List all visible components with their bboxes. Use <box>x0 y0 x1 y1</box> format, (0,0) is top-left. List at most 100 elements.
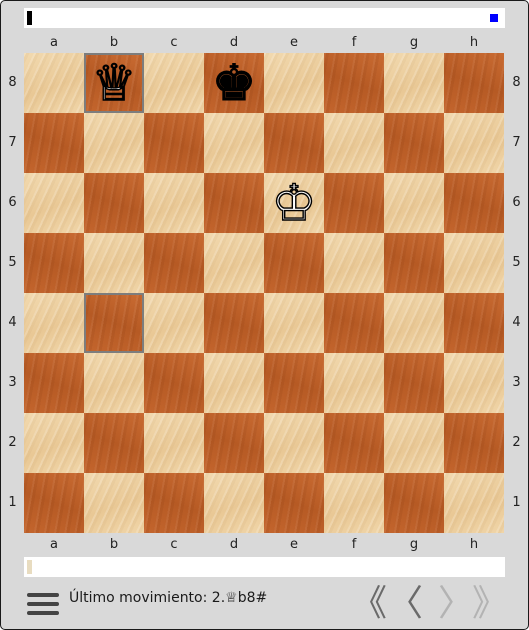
bottom-status-bar <box>24 557 505 577</box>
square-b1[interactable] <box>84 473 144 533</box>
next-move-button[interactable]: 〉 <box>438 583 475 624</box>
square-d3[interactable] <box>204 353 264 413</box>
square-h2[interactable] <box>444 413 504 473</box>
rank-label-8: 8 <box>8 75 17 90</box>
square-a1[interactable] <box>24 473 84 533</box>
square-h7[interactable] <box>444 113 504 173</box>
square-f1[interactable] <box>324 473 384 533</box>
square-c1[interactable] <box>144 473 204 533</box>
square-f4[interactable] <box>324 293 384 353</box>
square-h1[interactable] <box>444 473 504 533</box>
square-f2[interactable] <box>324 413 384 473</box>
square-f5[interactable] <box>324 233 384 293</box>
square-h5[interactable] <box>444 233 504 293</box>
turn-marker <box>27 11 32 25</box>
rank-label-5: 5 <box>512 255 521 270</box>
square-g4[interactable] <box>384 293 444 353</box>
square-b2[interactable] <box>84 413 144 473</box>
hamburger-menu-icon[interactable] <box>27 591 59 617</box>
rank-label-7: 7 <box>8 135 17 150</box>
square-b3[interactable] <box>84 353 144 413</box>
square-b8[interactable]: ♕ <box>84 53 144 113</box>
square-a8[interactable] <box>24 53 84 113</box>
square-c8[interactable] <box>144 53 204 113</box>
square-a6[interactable] <box>24 173 84 233</box>
white-king-piece[interactable]: ♔ <box>264 173 324 233</box>
bottom-turn-marker <box>27 560 32 574</box>
square-e4[interactable] <box>264 293 324 353</box>
square-g7[interactable] <box>384 113 444 173</box>
square-h3[interactable] <box>444 353 504 413</box>
square-g3[interactable] <box>384 353 444 413</box>
square-c5[interactable] <box>144 233 204 293</box>
square-e5[interactable] <box>264 233 324 293</box>
square-f6[interactable] <box>324 173 384 233</box>
square-d4[interactable] <box>204 293 264 353</box>
square-f3[interactable] <box>324 353 384 413</box>
file-label-d: d <box>229 537 239 552</box>
square-h6[interactable] <box>444 173 504 233</box>
chess-viewer: abcdefgh 87654321 87654321 ♕ ♚ ♔ abcdefgh … <box>0 0 529 630</box>
file-label-g: g <box>409 35 419 50</box>
square-g6[interactable] <box>384 173 444 233</box>
last-move-value: 2.♕b8# <box>211 590 268 606</box>
square-d1[interactable] <box>204 473 264 533</box>
square-a2[interactable] <box>24 413 84 473</box>
black-king-piece[interactable]: ♚ <box>204 53 264 113</box>
square-c2[interactable] <box>144 413 204 473</box>
file-label-a: a <box>50 35 58 50</box>
square-d8[interactable]: ♚ <box>204 53 264 113</box>
square-f7[interactable] <box>324 113 384 173</box>
square-d2[interactable] <box>204 413 264 473</box>
file-label-a: a <box>50 537 58 552</box>
rank-label-7: 7 <box>512 135 521 150</box>
rank-label-1: 1 <box>8 495 17 510</box>
square-h4[interactable] <box>444 293 504 353</box>
square-c6[interactable] <box>144 173 204 233</box>
square-b5[interactable] <box>84 233 144 293</box>
file-label-e: e <box>290 35 298 50</box>
square-a4[interactable] <box>24 293 84 353</box>
square-d5[interactable] <box>204 233 264 293</box>
previous-move-button[interactable]: 〈 <box>387 586 423 622</box>
double-chevron-left-icon: 《 <box>351 583 388 624</box>
file-label-b: b <box>109 537 119 552</box>
square-g2[interactable] <box>384 413 444 473</box>
square-c3[interactable] <box>144 353 204 413</box>
white-queen-piece[interactable]: ♕ <box>84 53 144 113</box>
square-g5[interactable] <box>384 233 444 293</box>
file-label-f: f <box>351 537 357 552</box>
square-e3[interactable] <box>264 353 324 413</box>
square-g8[interactable] <box>384 53 444 113</box>
square-b7[interactable] <box>84 113 144 173</box>
file-label-h: h <box>469 537 479 552</box>
top-status-bar <box>24 8 505 28</box>
square-a3[interactable] <box>24 353 84 413</box>
square-e6[interactable]: ♔ <box>264 173 324 233</box>
square-d7[interactable] <box>204 113 264 173</box>
rank-label-5: 5 <box>8 255 17 270</box>
square-d6[interactable] <box>204 173 264 233</box>
rank-label-8: 8 <box>512 75 521 90</box>
chess-board: ♕ ♚ ♔ <box>24 53 505 534</box>
last-move-button[interactable]: 》 <box>472 586 508 622</box>
rank-label-6: 6 <box>512 195 521 210</box>
chevron-right-icon: 〉 <box>438 583 475 624</box>
rank-label-2: 2 <box>8 435 17 450</box>
square-a5[interactable] <box>24 233 84 293</box>
square-f8[interactable] <box>324 53 384 113</box>
square-e7[interactable] <box>264 113 324 173</box>
square-b4[interactable] <box>84 293 144 353</box>
square-g1[interactable] <box>384 473 444 533</box>
square-c4[interactable] <box>144 293 204 353</box>
first-move-button[interactable]: 《 <box>351 583 388 624</box>
square-e8[interactable] <box>264 53 324 113</box>
square-c7[interactable] <box>144 113 204 173</box>
rank-label-3: 3 <box>512 375 521 390</box>
square-b6[interactable] <box>84 173 144 233</box>
square-e2[interactable] <box>264 413 324 473</box>
square-a7[interactable] <box>24 113 84 173</box>
square-e1[interactable] <box>264 473 324 533</box>
square-h8[interactable] <box>444 53 504 113</box>
rank-label-3: 3 <box>8 375 17 390</box>
